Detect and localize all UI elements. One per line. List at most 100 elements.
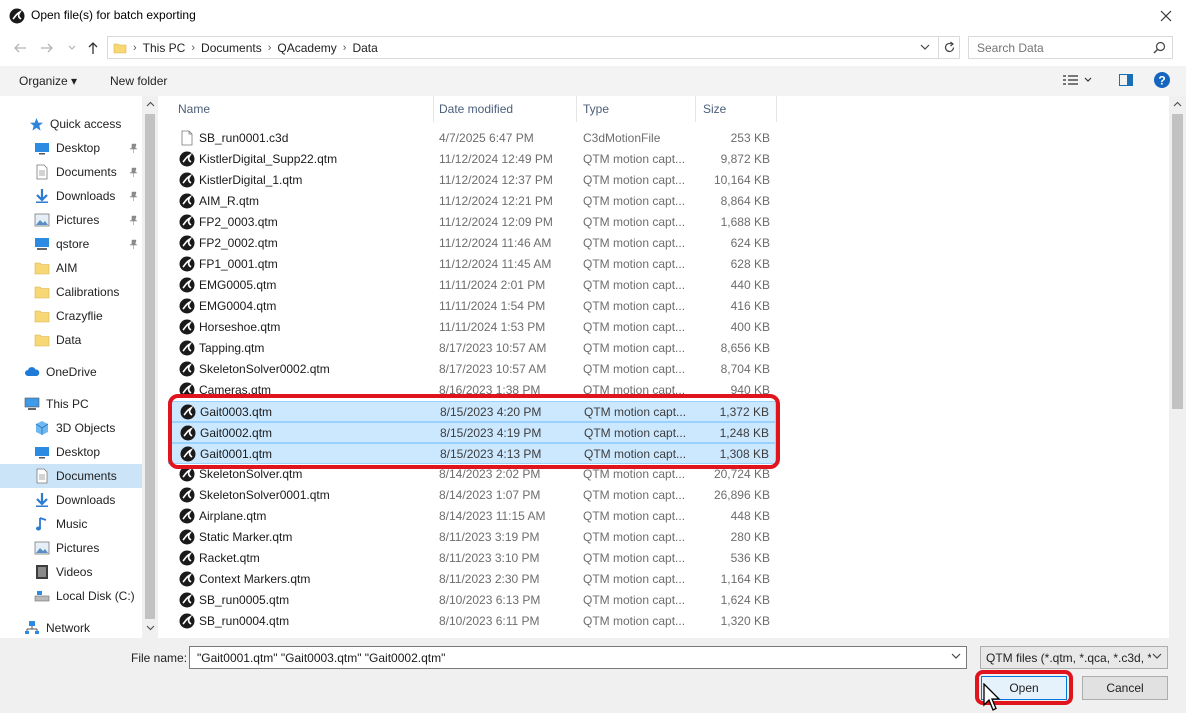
file-row[interactable]: FP2_0002.qtm 11/12/2024 11:46 AM QTM motio… (168, 233, 776, 254)
file-row[interactable]: SkeletonSolver0001.qtm 8/14/2023 1:07 PM Q… (168, 485, 776, 506)
file-row[interactable]: EMG0004.qtm 11/11/2024 1:54 PM QTM motion … (168, 296, 776, 317)
network-icon (24, 620, 40, 636)
qtm-app-icon (9, 8, 25, 24)
column-divider[interactable] (576, 96, 577, 122)
help-button[interactable]: ? (1153, 71, 1171, 92)
close-button[interactable] (1146, 0, 1186, 32)
sidebar-item-quick-access[interactable]: Quick access (0, 112, 142, 136)
scroll-up-icon[interactable] (146, 100, 155, 109)
recent-locations-button[interactable] (64, 40, 80, 56)
sidebar-item-qstore[interactable]: qstore (0, 232, 142, 256)
back-button[interactable] (12, 40, 28, 56)
file-row[interactable]: Gait0003.qtm 8/15/2023 4:20 PM QTM motion … (168, 401, 776, 422)
qtm-icon (179, 508, 195, 524)
file-name: FP1_0001.qtm (199, 257, 278, 271)
sidebar-item-network[interactable]: Network (0, 616, 142, 638)
file-size: 1,372 KB (719, 405, 769, 419)
new-folder-button[interactable]: New folder (110, 74, 167, 88)
column-header-name[interactable]: Name (178, 96, 210, 122)
column-header-type[interactable]: Type (583, 96, 609, 122)
open-button[interactable]: Open (981, 676, 1067, 700)
sidebar-item-local-disk-c[interactable]: Local Disk (C:) (0, 584, 142, 608)
sidebar-item-pictures[interactable]: Pictures (0, 536, 142, 560)
file-row[interactable]: SB_run0004.qtm 8/10/2023 6:11 PM QTM motio… (168, 611, 776, 632)
scroll-up-icon[interactable] (1173, 100, 1182, 109)
preview-pane-button[interactable] (1118, 72, 1134, 91)
sidebar-item-calibrations[interactable]: Calibrations (0, 280, 142, 304)
cancel-button[interactable]: Cancel (1082, 676, 1168, 700)
address-bar[interactable]: › This PC › Documents › QAcademy › Data (107, 36, 960, 59)
file-list-scrollbar[interactable] (1169, 96, 1186, 638)
file-row[interactable]: SB_run0001.c3d 4/7/2025 6:47 PM C3dMotionF… (168, 128, 776, 149)
scrollbar-thumb[interactable] (145, 114, 155, 619)
disk-icon (34, 588, 50, 604)
sidebar-item-desktop[interactable]: Desktop (0, 440, 142, 464)
forward-button[interactable] (39, 40, 55, 56)
column-divider[interactable] (433, 96, 434, 122)
sidebar-item-documents[interactable]: Documents (0, 160, 142, 184)
view-options-button[interactable] (1062, 72, 1092, 91)
file-row[interactable]: Airplane.qtm 8/14/2023 11:15 AM QTM motion… (168, 506, 776, 527)
navigation-pane-scrollbar[interactable] (142, 96, 158, 638)
file-name: Cameras.qtm (199, 383, 272, 397)
file-row[interactable]: Context Markers.qtm 8/11/2023 2:30 PM QTM … (168, 569, 776, 590)
sidebar-item-pictures[interactable]: Pictures (0, 208, 142, 232)
sidebar-item-crazyflie[interactable]: Crazyflie (0, 304, 142, 328)
refresh-button[interactable] (938, 37, 960, 58)
sidebar-item-3d-objects[interactable]: 3D Objects (0, 416, 142, 440)
file-name-combobox[interactable] (189, 646, 967, 669)
scrollbar-thumb[interactable] (1172, 114, 1183, 409)
column-divider[interactable] (695, 96, 696, 122)
address-dropdown-button[interactable] (920, 41, 930, 55)
file-row[interactable]: Gait0001.qtm 8/15/2023 4:13 PM QTM motion … (168, 443, 776, 464)
file-list[interactable]: Name Date modified Type Size SB_run0001.… (160, 96, 1169, 638)
file-row[interactable]: SkeletonSolver0002.qtm 8/17/2023 10:57 AM… (168, 359, 776, 380)
column-divider[interactable] (776, 96, 777, 122)
search-box[interactable] (968, 36, 1173, 59)
sidebar-item-data[interactable]: Data (0, 328, 142, 352)
file-row[interactable]: AIM_R.qtm 11/12/2024 12:21 PM QTM motion c… (168, 191, 776, 212)
column-header-date-modified[interactable]: Date modified (439, 96, 513, 122)
file-row[interactable]: FP1_0001.qtm 11/12/2024 11:45 AM QTM motio… (168, 254, 776, 275)
file-row[interactable]: SB_run0005.qtm 8/10/2023 6:13 PM QTM motio… (168, 590, 776, 611)
file-row[interactable]: KistlerDigital_Supp22.qtm 11/12/2024 12:4… (168, 149, 776, 170)
navigation-pane[interactable]: Quick access Desktop Documents Downloads Pic… (0, 96, 158, 638)
sidebar-item-desktop[interactable]: Desktop (0, 136, 142, 160)
file-row[interactable]: Static Marker.qtm 8/11/2023 3:19 PM QTM mo… (168, 527, 776, 548)
file-row[interactable]: KistlerDigital_1.qtm 11/12/2024 12:37 PM Q… (168, 170, 776, 191)
file-date-modified: 8/10/2023 6:13 PM (439, 593, 541, 607)
breadcrumb-data[interactable]: Data (352, 41, 377, 55)
file-type-filter[interactable]: QTM files (*.qtm, *.qca, *.c3d, * (980, 646, 1168, 669)
column-header-size[interactable]: Size (703, 96, 726, 122)
file-row[interactable]: Gait0002.qtm 8/15/2023 4:19 PM QTM motion … (168, 422, 776, 443)
file-name: SkeletonSolver0001.qtm (199, 488, 330, 502)
file-row[interactable]: FP2_0003.qtm 11/12/2024 12:09 PM QTM motio… (168, 212, 776, 233)
sidebar-item-downloads[interactable]: Downloads (0, 184, 142, 208)
scroll-down-icon[interactable] (146, 623, 155, 632)
sidebar-item-documents[interactable]: Documents (0, 464, 142, 488)
sidebar-item-videos[interactable]: Videos (0, 560, 142, 584)
sidebar-item-aim[interactable]: AIM (0, 256, 142, 280)
file-row[interactable]: EMG0005.qtm 11/11/2024 2:01 PM QTM motion … (168, 275, 776, 296)
sidebar-item-music[interactable]: Music (0, 512, 142, 536)
chevron-down-icon[interactable] (951, 651, 961, 661)
folder-icon (34, 260, 50, 276)
breadcrumb-this-pc[interactable]: This PC (143, 41, 186, 55)
organize-menu[interactable]: Organize ▾ (19, 74, 77, 88)
file-row[interactable]: SkeletonSolver.qtm 8/14/2023 2:02 PM QTM m… (168, 464, 776, 485)
file-row[interactable]: Cameras.qtm 8/16/2023 1:38 PM QTM motion c… (168, 380, 776, 401)
file-row[interactable]: Tapping.qtm 8/17/2023 10:57 AM QTM motion … (168, 338, 776, 359)
file-row[interactable]: Horseshoe.qtm 11/11/2024 1:53 PM QTM motio… (168, 317, 776, 338)
sidebar-item-this-pc[interactable]: This PC (0, 392, 142, 416)
breadcrumb-qacademy[interactable]: QAcademy (277, 41, 336, 55)
up-button[interactable] (85, 40, 101, 56)
file-name-input[interactable] (195, 650, 935, 666)
sidebar-item-downloads[interactable]: Downloads (0, 488, 142, 512)
qtm-icon (179, 613, 195, 629)
sidebar-item-onedrive[interactable]: OneDrive (0, 360, 142, 384)
file-row[interactable]: Racket.qtm 8/11/2023 3:10 PM QTM motion ca… (168, 548, 776, 569)
search-input[interactable] (975, 40, 1145, 56)
file-name: KistlerDigital_1.qtm (199, 173, 303, 187)
file-date-modified: 11/12/2024 11:45 AM (439, 257, 552, 271)
breadcrumb-documents[interactable]: Documents (201, 41, 262, 55)
